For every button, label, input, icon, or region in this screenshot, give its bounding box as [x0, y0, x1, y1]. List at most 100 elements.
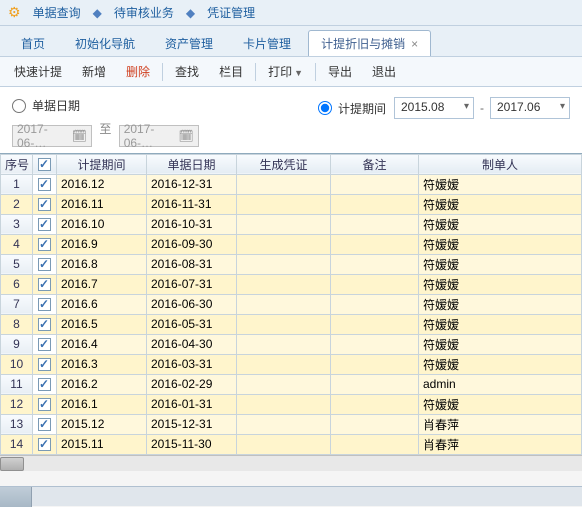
- row-checkbox[interactable]: [38, 198, 51, 211]
- row-checkbox[interactable]: [38, 378, 51, 391]
- separator: [162, 63, 163, 81]
- radio-bill-date-input[interactable]: [12, 99, 26, 113]
- cell-voucher: [237, 394, 331, 414]
- cell-check[interactable]: [33, 294, 57, 314]
- table-row[interactable]: 22016.112016-11-31符嫒嫒: [1, 194, 582, 214]
- row-checkbox[interactable]: [38, 258, 51, 271]
- row-checkbox[interactable]: [38, 218, 51, 231]
- cell-remark: [331, 334, 419, 354]
- table-row[interactable]: 52016.82016-08-31符嫒嫒: [1, 254, 582, 274]
- cell-remark: [331, 394, 419, 414]
- cell-voucher: [237, 354, 331, 374]
- row-checkbox[interactable]: [38, 178, 51, 191]
- date-to-input[interactable]: 2017-06-…🗓: [119, 125, 199, 147]
- cell-check[interactable]: [33, 334, 57, 354]
- link-query[interactable]: 单据查询: [33, 4, 81, 21]
- cell-check[interactable]: [33, 414, 57, 434]
- period-to-select[interactable]: 2017.06: [490, 97, 570, 119]
- exit-button[interactable]: 退出: [362, 60, 406, 83]
- cell-remark: [331, 274, 419, 294]
- row-checkbox[interactable]: [38, 298, 51, 311]
- cell-voucher: [237, 414, 331, 434]
- cell-voucher: [237, 254, 331, 274]
- table-row[interactable]: 142015.112015-11-30肖春萍: [1, 434, 582, 454]
- row-checkbox[interactable]: [38, 438, 51, 451]
- columns-button[interactable]: 栏目: [209, 60, 253, 83]
- cell-check[interactable]: [33, 374, 57, 394]
- print-button[interactable]: 打印▼: [258, 60, 313, 83]
- cell-check[interactable]: [33, 234, 57, 254]
- row-checkbox[interactable]: [38, 358, 51, 371]
- cell-check[interactable]: [33, 214, 57, 234]
- add-button[interactable]: 新增: [72, 60, 116, 83]
- radio-period-input[interactable]: [318, 101, 332, 115]
- table-row[interactable]: 42016.92016-09-30符嫒嫒: [1, 234, 582, 254]
- cell-check[interactable]: [33, 254, 57, 274]
- link-pending[interactable]: 待审核业务: [114, 4, 174, 21]
- delete-button[interactable]: 删除: [116, 60, 160, 83]
- table-row[interactable]: 72016.62016-06-30符嫒嫒: [1, 294, 582, 314]
- link-voucher[interactable]: 凭证管理: [207, 4, 255, 21]
- check-all[interactable]: [38, 158, 51, 171]
- close-icon[interactable]: ×: [411, 37, 418, 51]
- status-bar: [0, 486, 582, 506]
- cell-check[interactable]: [33, 434, 57, 454]
- row-checkbox[interactable]: [38, 238, 51, 251]
- table-row[interactable]: 122016.12016-01-31符嫒嫒: [1, 394, 582, 414]
- date-from-input[interactable]: 2017-06-…🗓: [12, 125, 92, 147]
- cell-period: 2016.8: [57, 254, 147, 274]
- cell-period: 2016.11: [57, 194, 147, 214]
- radio-period[interactable]: 计提期间: [318, 100, 386, 117]
- cell-check[interactable]: [33, 314, 57, 334]
- col-seq[interactable]: 序号: [1, 154, 33, 174]
- table-row[interactable]: 102016.32016-03-31符嫒嫒: [1, 354, 582, 374]
- row-checkbox[interactable]: [38, 318, 51, 331]
- tab-1[interactable]: 初始化导航: [62, 30, 148, 56]
- col-voucher[interactable]: 生成凭证: [237, 154, 331, 174]
- cell-check[interactable]: [33, 354, 57, 374]
- table-row[interactable]: 112016.22016-02-29admin: [1, 374, 582, 394]
- cell-check[interactable]: [33, 274, 57, 294]
- cell-check[interactable]: [33, 194, 57, 214]
- tab-bar: 首页初始化导航资产管理卡片管理计提折旧与摊销×: [0, 26, 582, 56]
- table: 序号 计提期间 单据日期 生成凭证 备注 制单人 12016.122016-12…: [0, 154, 582, 455]
- table-row[interactable]: 12016.122016-12-31符嫒嫒: [1, 174, 582, 194]
- cell-remark: [331, 354, 419, 374]
- scrollbar-thumb[interactable]: [0, 457, 24, 471]
- cell-period: 2015.12: [57, 414, 147, 434]
- cell-remark: [331, 294, 419, 314]
- find-button[interactable]: 查找: [165, 60, 209, 83]
- row-checkbox[interactable]: [38, 338, 51, 351]
- row-checkbox[interactable]: [38, 398, 51, 411]
- col-remark[interactable]: 备注: [331, 154, 419, 174]
- col-date[interactable]: 单据日期: [147, 154, 237, 174]
- table-row[interactable]: 92016.42016-04-30符嫒嫒: [1, 334, 582, 354]
- table-row[interactable]: 82016.52016-05-31符嫒嫒: [1, 314, 582, 334]
- fast-accrue-button[interactable]: 快速计提: [4, 60, 72, 83]
- cell-seq: 7: [1, 294, 33, 314]
- table-row[interactable]: 132015.122015-12-31肖春萍: [1, 414, 582, 434]
- horizontal-scrollbar[interactable]: [0, 455, 582, 471]
- status-corner: [0, 487, 32, 507]
- period-from-select[interactable]: 2015.08: [394, 97, 474, 119]
- export-button[interactable]: 导出: [318, 60, 362, 83]
- cell-check[interactable]: [33, 394, 57, 414]
- cell-maker: 符嫒嫒: [419, 274, 582, 294]
- row-checkbox[interactable]: [38, 278, 51, 291]
- table-row[interactable]: 62016.72016-07-31符嫒嫒: [1, 274, 582, 294]
- tab-3[interactable]: 卡片管理: [230, 30, 304, 56]
- table-row[interactable]: 32016.102016-10-31符嫒嫒: [1, 214, 582, 234]
- col-period[interactable]: 计提期间: [57, 154, 147, 174]
- col-maker[interactable]: 制单人: [419, 154, 582, 174]
- cell-date: 2016-06-30: [147, 294, 237, 314]
- radio-bill-date[interactable]: 单据日期: [12, 97, 80, 114]
- toolbar: 快速计提 新增 删除 查找 栏目 打印▼ 导出 退出: [0, 56, 582, 87]
- col-check[interactable]: [33, 154, 57, 174]
- cell-check[interactable]: [33, 174, 57, 194]
- row-checkbox[interactable]: [38, 418, 51, 431]
- cell-voucher: [237, 234, 331, 254]
- tab-0[interactable]: 首页: [8, 30, 58, 56]
- tab-2[interactable]: 资产管理: [152, 30, 226, 56]
- cell-voucher: [237, 294, 331, 314]
- tab-4[interactable]: 计提折旧与摊销×: [308, 30, 431, 56]
